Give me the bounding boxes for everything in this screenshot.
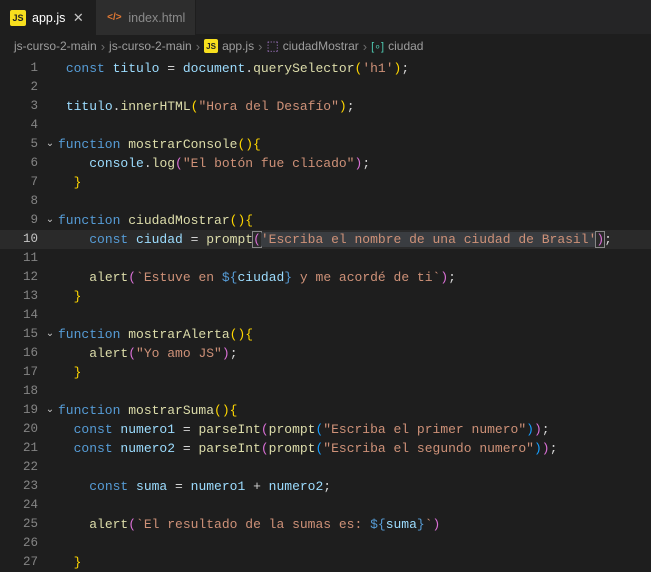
line-number: 25: [0, 515, 42, 534]
fold-chevron-icon[interactable]: ⌄: [42, 401, 58, 420]
tab-label: index.html: [128, 11, 185, 25]
line-number: 5: [0, 135, 42, 154]
line-number: 2: [0, 78, 42, 97]
fold-chevron-icon[interactable]: ⌄: [42, 325, 58, 344]
html-file-icon: </>: [106, 10, 122, 26]
text-selection: 'Escriba el nombre de una ciudad de Bras…: [261, 232, 596, 247]
line-number: 6: [0, 154, 42, 173]
fold-chevron-icon[interactable]: ⌄: [42, 135, 58, 154]
line-number: 9: [0, 211, 42, 230]
active-line[interactable]: 10 const ciudad = prompt('Escriba el nom…: [0, 230, 651, 249]
line-number: 24: [0, 496, 42, 515]
editor-tabs: JS app.js ✕ </> index.html: [0, 0, 651, 35]
breadcrumb-segment[interactable]: js-curso-2-main: [109, 39, 192, 53]
line-number: 18: [0, 382, 42, 401]
method-icon: ⬚: [266, 38, 278, 54]
line-number: 23: [0, 477, 42, 496]
line-number: 8: [0, 192, 42, 211]
js-file-icon: JS: [204, 39, 218, 53]
tab-label: app.js: [32, 11, 65, 25]
line-number: 15: [0, 325, 42, 344]
code-editor[interactable]: 1 const titulo = document.querySelector(…: [0, 57, 651, 572]
line-number: 13: [0, 287, 42, 306]
line-number: 20: [0, 420, 42, 439]
line-number: 16: [0, 344, 42, 363]
breadcrumb-segment[interactable]: app.js: [222, 39, 254, 53]
line-number: 11: [0, 249, 42, 268]
line-number: 19: [0, 401, 42, 420]
chevron-right-icon: ›: [363, 39, 367, 54]
close-icon[interactable]: ✕: [71, 11, 85, 25]
breadcrumb-segment[interactable]: ciudadMostrar: [283, 39, 359, 53]
chevron-right-icon: ›: [258, 39, 262, 54]
line-number: 14: [0, 306, 42, 325]
breadcrumb-segment[interactable]: js-curso-2-main: [14, 39, 97, 53]
tab-app-js[interactable]: JS app.js ✕: [0, 0, 96, 35]
line-number: 7: [0, 173, 42, 192]
breadcrumb[interactable]: js-curso-2-main › js-curso-2-main › JS a…: [0, 35, 651, 57]
line-number: 4: [0, 116, 42, 135]
line-number: 1: [0, 59, 42, 78]
line-number: 27: [0, 553, 42, 572]
breadcrumb-segment[interactable]: ciudad: [388, 39, 423, 53]
line-number: 17: [0, 363, 42, 382]
line-number: 12: [0, 268, 42, 287]
js-file-icon: JS: [10, 10, 26, 26]
line-number: 26: [0, 534, 42, 553]
line-number: 10: [0, 230, 42, 249]
tab-index-html[interactable]: </> index.html: [96, 0, 196, 35]
line-number: 21: [0, 439, 42, 458]
line-number: 22: [0, 458, 42, 477]
variable-icon: [∘]: [371, 40, 384, 53]
chevron-right-icon: ›: [196, 39, 200, 54]
fold-chevron-icon[interactable]: ⌄: [42, 211, 58, 230]
line-number: 3: [0, 97, 42, 116]
chevron-right-icon: ›: [101, 39, 105, 54]
